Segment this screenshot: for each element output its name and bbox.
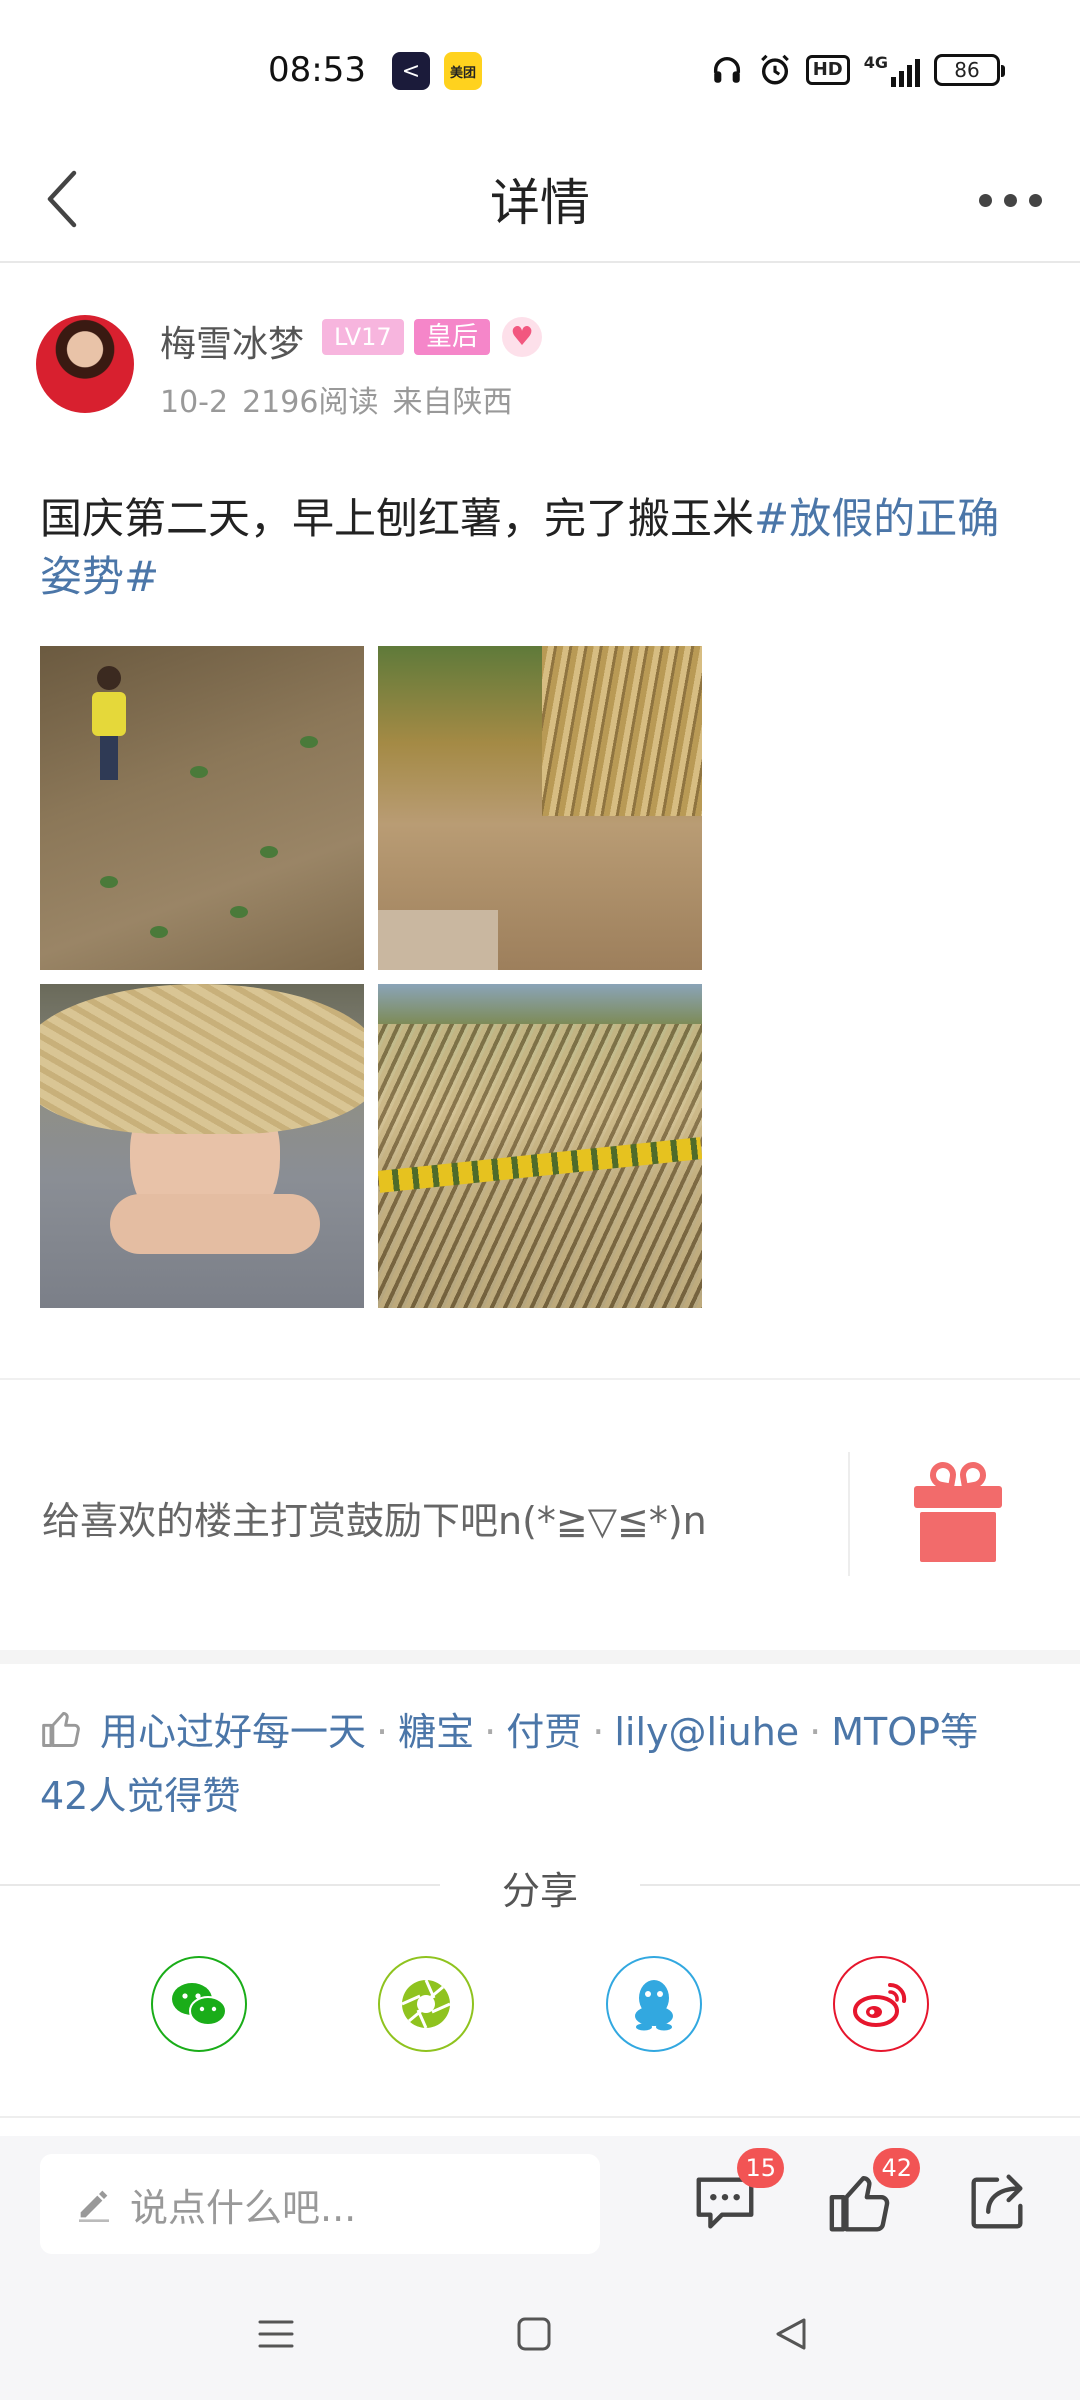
avatar[interactable]	[36, 315, 134, 413]
status-bar: 08:53 < 美团 HD 4G 86	[0, 0, 1080, 135]
nav-menu-button[interactable]	[246, 2304, 306, 2364]
nav-home-button[interactable]	[504, 2304, 564, 2364]
divider	[0, 2116, 1080, 2118]
photo-selfie-straw-hat[interactable]	[40, 984, 364, 1308]
like-user[interactable]: MTOP等	[831, 1710, 978, 1754]
weibo-icon	[853, 1982, 907, 2027]
status-icons: HD 4G 86	[710, 50, 1005, 90]
system-nav-bar	[0, 2268, 1080, 2400]
reward-section: 给喜欢的楼主打赏鼓励下吧n(*≧▽≦*)n	[0, 1380, 1080, 1650]
share-weibo-button[interactable]	[833, 1956, 929, 2052]
comments-button[interactable]: 15	[690, 2148, 784, 2238]
gift-icon[interactable]	[914, 1459, 1002, 1562]
like-button[interactable]: 42	[826, 2148, 920, 2238]
like-user[interactable]: 用心过好每一天	[100, 1710, 366, 1754]
nav-back-button[interactable]	[762, 2304, 822, 2364]
share-moments-button[interactable]	[378, 1956, 474, 2052]
post-date: 10-2	[160, 385, 229, 420]
alarm-icon	[760, 54, 789, 85]
heart-badge-icon: ♥	[502, 317, 542, 357]
network-type-label: 4G	[863, 53, 888, 72]
thumbs-up-icon	[42, 1711, 80, 1747]
meituan-app-icon: 美团	[444, 52, 482, 90]
level-badge: LV17	[322, 319, 404, 355]
like-count-badge: 42	[873, 2148, 920, 2188]
headphones-icon	[713, 57, 740, 83]
page-header: 详情	[0, 135, 1080, 263]
hd-voice-icon: HD	[805, 55, 850, 85]
divider	[848, 1452, 850, 1576]
share-header: 分享	[0, 1860, 1080, 1913]
photo-grid	[40, 646, 702, 1310]
share-targets	[0, 1956, 1080, 2052]
share-icon	[971, 2174, 1023, 2229]
reward-prompt: 给喜欢的楼主打赏鼓励下吧n(*≧▽≦*)n	[42, 1499, 707, 1543]
back-triangle-icon	[776, 2318, 806, 2350]
comment-input[interactable]: 说点什么吧...	[40, 2154, 600, 2254]
likes-summary[interactable]: 42人觉得赞	[40, 1774, 240, 1818]
share-button[interactable]	[962, 2168, 1032, 2238]
author-name[interactable]: 梅雪冰梦	[160, 315, 304, 367]
like-user[interactable]: 糖宝	[398, 1710, 474, 1754]
section-separator	[0, 1650, 1080, 1664]
page-title: 详情	[490, 174, 590, 232]
pencil-icon	[79, 2190, 109, 2222]
moments-icon	[401, 1979, 451, 2029]
likes-list: 用心过好每一天 · 糖宝 · 付贾 · lily@liuhe · MTOP等 42人觉得赞	[40, 1700, 1050, 1828]
title-badge: 皇后	[414, 319, 491, 355]
qq-icon	[635, 1980, 673, 2031]
share-wechat-button[interactable]	[151, 1956, 247, 2052]
comment-bar: 说点什么吧... 15 42	[0, 2136, 1080, 2268]
comment-count-badge: 15	[737, 2148, 784, 2188]
more-options-icon[interactable]	[970, 175, 1050, 225]
like-user[interactable]: lily@liuhe	[614, 1710, 799, 1754]
share-qq-button[interactable]	[606, 1956, 702, 2052]
status-time: 08:53	[268, 50, 366, 90]
post-content: 国庆第二天，早上刨红薯，完了搬玉米#放假的正确姿势#	[40, 490, 1040, 606]
post-text: 国庆第二天，早上刨红薯，完了搬玉米	[40, 494, 755, 543]
post-location: 来自陕西	[392, 385, 513, 420]
photo-sweet-potatoes[interactable]	[378, 646, 702, 970]
notification-app-icon: <	[392, 52, 430, 90]
photo-sweet-potato-field[interactable]	[40, 646, 364, 970]
read-count: 2196阅读	[242, 385, 379, 420]
menu-icon	[258, 2320, 294, 2348]
share-title: 分享	[501, 1869, 578, 1913]
post-meta: 10-2 2196阅读 来自陕西	[160, 377, 526, 421]
home-square-icon	[517, 2317, 551, 2351]
signal-icon: 4G	[864, 53, 920, 87]
comment-placeholder: 说点什么吧...	[130, 2185, 357, 2230]
photo-corn-field[interactable]	[378, 984, 702, 1308]
post-author: 梅雪冰梦 LV17 皇后 ♥ 10-2 2196阅读 来自陕西	[36, 315, 1036, 425]
battery-icon: 86	[934, 54, 1005, 86]
wechat-icon	[172, 1983, 227, 2026]
like-user[interactable]: 付贾	[506, 1710, 582, 1754]
